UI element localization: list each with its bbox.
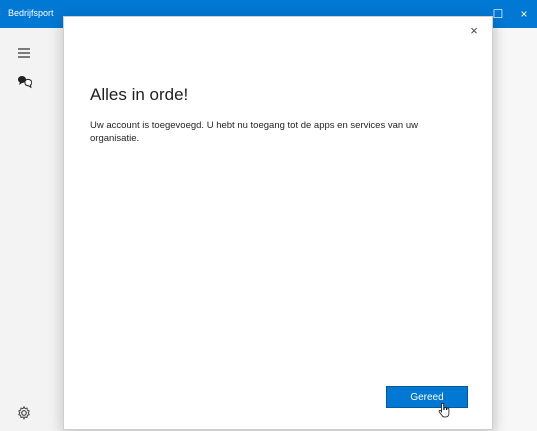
confirmation-dialog: × Alles in orde! Uw account is toegevoeg…: [63, 16, 493, 430]
chat-bubbles-icon[interactable]: [16, 74, 32, 90]
settings-gear-icon[interactable]: [16, 405, 32, 421]
hamburger-menu-icon[interactable]: [16, 45, 32, 61]
window-close-button[interactable]: ×: [516, 6, 532, 22]
dialog-close-button[interactable]: ×: [464, 21, 484, 41]
done-button[interactable]: Gereed: [386, 386, 468, 408]
dialog-message: Uw account is toegevoegd. U hebt nu toeg…: [90, 119, 418, 144]
content-area: [498, 28, 537, 431]
dialog-title: Alles in orde!: [90, 85, 189, 105]
mouse-cursor-icon: [438, 402, 450, 418]
sidebar: [0, 28, 48, 431]
app-title: Bedrijfsport: [8, 8, 54, 18]
